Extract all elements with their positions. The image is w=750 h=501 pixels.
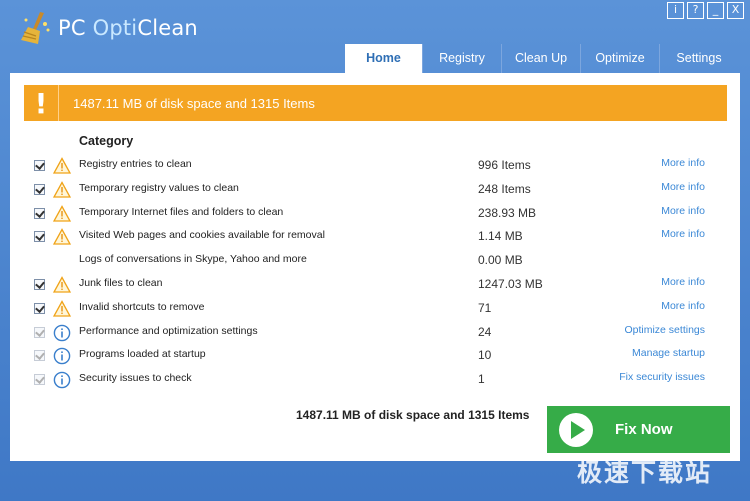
more-info-link[interactable]: More info	[661, 157, 705, 169]
row-checkbox[interactable]	[34, 231, 45, 243]
row-checkbox[interactable]	[34, 160, 45, 171]
info-icon	[53, 324, 71, 341]
warning-icon	[53, 276, 71, 293]
row-value: 1.14 MB	[478, 229, 523, 244]
manage-startup-link[interactable]: Manage startup	[632, 347, 705, 359]
main-tabs: Home Registry Clean Up Optimize Settings	[345, 44, 738, 73]
row-checkbox[interactable]	[34, 278, 45, 290]
app-title-pc: PC	[58, 16, 93, 40]
summary-text: 1487.11 MB of disk space and 1315 Items	[296, 408, 530, 422]
tab-registry[interactable]: Registry	[422, 44, 501, 73]
row-checkbox[interactable]	[34, 207, 45, 219]
row-label: Programs loaded at startup	[79, 348, 206, 361]
list-item: Logs of conversations in Skype, Yahoo an…	[10, 250, 740, 274]
row-value: 238.93 MB	[478, 205, 537, 220]
row-value: 1	[478, 372, 485, 387]
more-info-link[interactable]: More info	[661, 276, 705, 288]
list-item: Visited Web pages and cookies available …	[10, 226, 740, 250]
row-value: 71	[478, 300, 492, 315]
category-list: Registry entries to clean 996 Items More…	[10, 155, 740, 393]
list-item: Temporary registry values to clean 248 I…	[10, 179, 740, 203]
warning-icon	[53, 157, 71, 174]
row-label: Logs of conversations in Skype, Yahoo an…	[79, 253, 307, 266]
list-item: Junk files to clean 1247.03 MB More info	[10, 274, 740, 298]
tab-home[interactable]: Home	[345, 44, 422, 73]
row-label: Security issues to check	[79, 372, 192, 385]
more-info-link[interactable]: More info	[661, 300, 705, 312]
optimize-settings-link[interactable]: Optimize settings	[624, 324, 705, 336]
minimize-button[interactable]: _	[707, 2, 724, 19]
exclamation-icon: !	[24, 85, 59, 121]
list-item: Invalid shortcuts to remove 71 More info	[10, 298, 740, 322]
more-info-link[interactable]: More info	[661, 228, 705, 240]
window-controls: i ? _ X	[667, 2, 744, 19]
row-label: Temporary registry values to clean	[79, 181, 239, 194]
watermark-text: 极速下载站	[577, 458, 713, 487]
list-item: Programs loaded at startup 10 Manage sta…	[10, 345, 740, 369]
row-checkbox[interactable]	[34, 183, 45, 195]
row-label: Invalid shortcuts to remove	[79, 300, 205, 313]
warning-icon	[53, 228, 71, 246]
tab-settings[interactable]: Settings	[659, 44, 738, 73]
category-header: Category	[79, 134, 134, 148]
warning-icon	[53, 299, 71, 317]
warning-icon	[53, 180, 71, 198]
row-checkbox[interactable]	[34, 350, 45, 362]
list-item: Security issues to check 1 Fix security …	[10, 369, 740, 393]
row-checkbox[interactable]	[34, 374, 45, 386]
row-label: Visited Web pages and cookies available …	[79, 229, 325, 242]
tab-optimize[interactable]: Optimize	[580, 44, 659, 73]
info-icon	[53, 371, 71, 389]
more-info-link[interactable]: More info	[661, 205, 705, 217]
tab-clean-up[interactable]: Clean Up	[501, 44, 580, 73]
help-button[interactable]: ?	[687, 2, 704, 19]
fix-now-label: Fix Now	[615, 421, 673, 438]
play-icon	[559, 412, 593, 447]
list-item: Temporary Internet files and folders to …	[10, 203, 740, 227]
row-value: 24	[478, 324, 492, 339]
app-logo: PC OptiClean	[18, 10, 198, 46]
info-icon	[53, 348, 71, 365]
scan-result-text: 1487.11 MB of disk space and 1315 Items	[73, 95, 315, 111]
list-item: Performance and optimization settings 24…	[10, 322, 740, 346]
fix-security-issues-link[interactable]: Fix security issues	[619, 371, 705, 383]
row-value: 996 Items	[478, 158, 531, 172]
row-checkbox[interactable]	[34, 302, 45, 314]
row-label: Registry entries to clean	[79, 158, 192, 170]
scan-result-banner: ! 1487.11 MB of disk space and 1315 Item…	[24, 85, 727, 121]
row-label: Junk files to clean	[79, 276, 163, 289]
row-value: 248 Items	[478, 181, 531, 196]
info-button[interactable]: i	[667, 2, 684, 19]
row-value: 10	[478, 348, 492, 363]
home-panel: ! 1487.11 MB of disk space and 1315 Item…	[10, 73, 740, 461]
row-label: Temporary Internet files and folders to …	[79, 205, 284, 218]
broom-logo-icon	[21, 12, 50, 44]
app-title-clean: Clean	[137, 16, 198, 40]
more-info-link[interactable]: More info	[661, 181, 705, 193]
row-label: Performance and optimization settings	[79, 324, 258, 337]
row-value: 0.00 MB	[478, 253, 523, 268]
row-value: 1247.03 MB	[478, 276, 543, 291]
close-button[interactable]: X	[727, 2, 744, 19]
warning-icon	[53, 204, 71, 222]
row-checkbox[interactable]	[34, 326, 45, 338]
app-title-opti: Opti	[92, 16, 138, 40]
app-title: PC OptiClean	[58, 16, 198, 40]
app-window: PC OptiClean i ? _ X Home Registry Clean…	[0, 0, 750, 501]
list-item: Registry entries to clean 996 Items More…	[10, 155, 740, 179]
fix-now-button[interactable]: Fix Now	[547, 406, 730, 453]
